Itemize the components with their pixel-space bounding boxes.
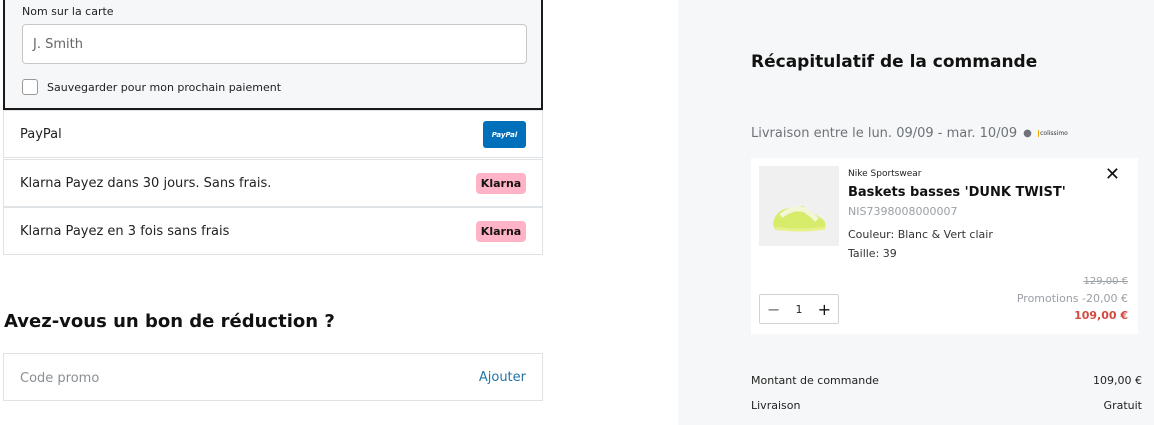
product-brand: Nike Sportswear (848, 169, 922, 179)
product-size: Taille: 39 (848, 247, 897, 260)
original-price: 129,00 € (1083, 276, 1128, 287)
product-image[interactable] (759, 166, 839, 246)
card-name-input[interactable]: J. Smith (22, 24, 527, 64)
delivery-text: Livraison entre le lun. 09/09 - mar. 10/… (751, 126, 1018, 141)
payment-method-klarna-30[interactable]: Klarna Payez dans 30 jours. Sans frais. … (3, 159, 543, 207)
quantity-stepper: − 1 + (759, 294, 839, 324)
save-payment-label: Sauvegarder pour mon prochain paiement (47, 80, 282, 94)
order-total-value: 109,00 € (1093, 374, 1142, 387)
klarna-logo: Klarna (476, 221, 526, 242)
product-sku: NIS7398008000007 (848, 205, 958, 218)
paypal-logo: PayPal (483, 121, 526, 148)
payment-method-label: PayPal (20, 127, 62, 142)
cart-item: Nike Sportswear Baskets basses 'DUNK TWI… (751, 158, 1138, 334)
promo-code-input[interactable]: Code promo (20, 371, 99, 386)
shipping-label: Livraison (751, 399, 801, 412)
order-summary: Récapitulatif de la commande Livraison e… (678, 0, 1154, 425)
shipping-row: Livraison Gratuit (751, 399, 1142, 412)
card-name-label: Nom sur la carte (22, 5, 114, 18)
order-total-row: Montant de commande 109,00 € (751, 374, 1142, 387)
promo-field: Code promo Ajouter (3, 353, 543, 401)
promotion-amount: Promotions -20,00 € (1016, 292, 1128, 305)
carrier-logo: colissimo (1037, 128, 1068, 140)
save-payment-checkbox[interactable] (22, 79, 38, 95)
save-payment-row[interactable]: Sauvegarder pour mon prochain paiement (22, 79, 281, 95)
remove-item-close-icon[interactable]: ✕ (1105, 164, 1120, 185)
payment-method-label: Klarna Payez dans 30 jours. Sans frais. (20, 176, 272, 191)
promo-title: Avez-vous un bon de réduction ? (4, 311, 335, 332)
product-name[interactable]: Baskets basses 'DUNK TWIST' (848, 185, 1066, 200)
separator-dot: ● (1023, 128, 1032, 139)
klarna-logo: Klarna (476, 173, 526, 194)
sneaker-image (759, 166, 839, 246)
increase-quantity-button[interactable]: + (818, 300, 831, 319)
payment-method-label: Klarna Payez en 3 fois sans frais (20, 224, 230, 239)
payment-method-paypal[interactable]: PayPal PayPal (3, 110, 543, 158)
summary-title: Récapitulatif de la commande (751, 52, 1038, 72)
carrier-logo-text: colissimo (1040, 130, 1068, 137)
quantity-value: 1 (795, 302, 803, 316)
order-total-label: Montant de commande (751, 374, 879, 387)
payment-method-klarna-3x[interactable]: Klarna Payez en 3 fois sans frais Klarna (3, 207, 543, 255)
final-price: 109,00 € (1074, 309, 1128, 322)
shipping-value: Gratuit (1103, 399, 1142, 412)
promo-add-button[interactable]: Ajouter (479, 370, 526, 385)
product-color: Couleur: Blanc & Vert clair (848, 228, 993, 241)
delivery-info: Livraison entre le lun. 09/09 - mar. 10/… (751, 126, 1068, 141)
card-name-section: Nom sur la carte J. Smith Sauvegarder po… (3, 0, 543, 110)
decrease-quantity-button[interactable]: − (767, 300, 780, 319)
